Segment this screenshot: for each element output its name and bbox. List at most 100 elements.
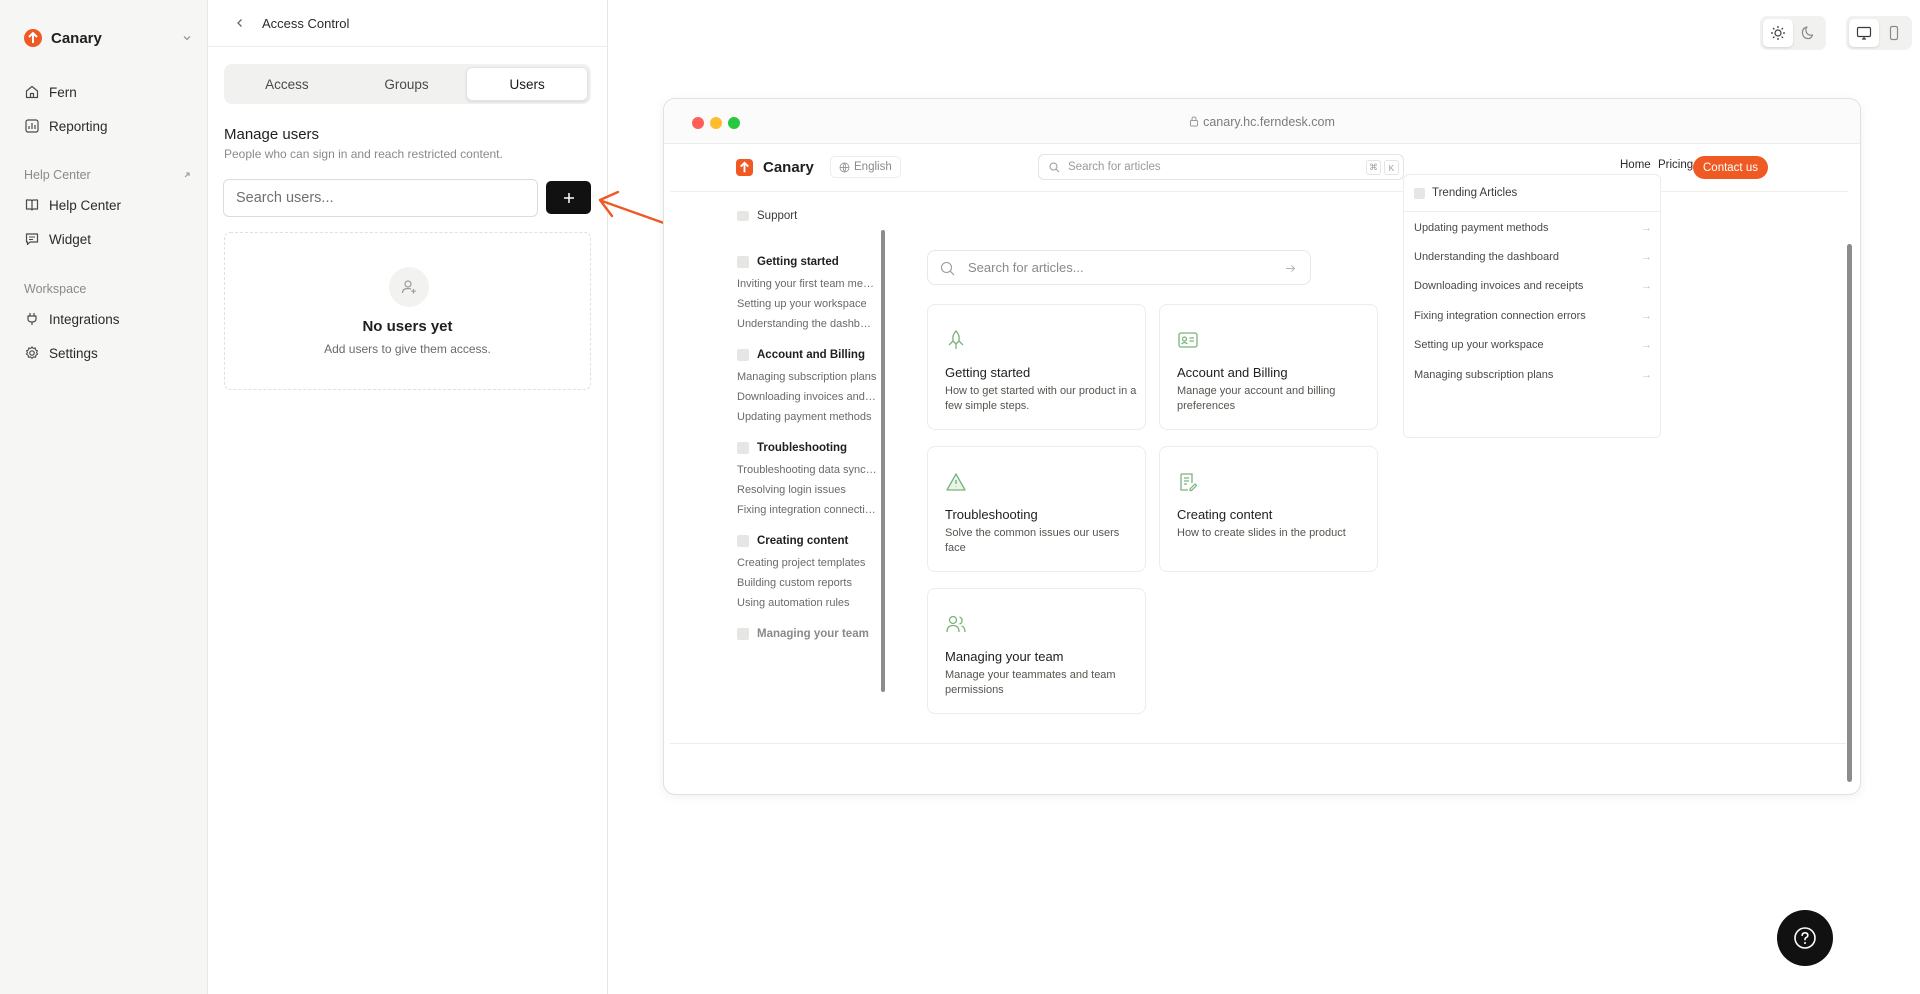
category-title: Managing your team <box>757 628 869 640</box>
sidebar-item-integrations[interactable]: Integrations <box>24 306 192 332</box>
category-creating-content[interactable]: Creating content <box>737 535 848 547</box>
category-card-getting-started[interactable]: Getting started How to get started with … <box>927 304 1146 430</box>
trending-item[interactable]: Managing subscription plans → <box>1414 369 1652 381</box>
url-text: canary.hc.ferndesk.com <box>1203 115 1335 129</box>
sidebar-article-link[interactable]: Creating project templates <box>737 557 877 569</box>
dark-mode-button[interactable] <box>1793 19 1823 47</box>
contact-us-button[interactable]: Contact us <box>1693 156 1768 179</box>
warning-icon <box>946 473 966 491</box>
sidebar-item-fern[interactable]: Fern <box>24 79 192 105</box>
mobile-view-button[interactable] <box>1879 19 1909 47</box>
lock-icon <box>1190 116 1199 127</box>
add-user-avatar-icon <box>389 267 429 307</box>
rocket-icon <box>737 256 749 268</box>
sidebar-article-link[interactable]: Fixing integration connection errors <box>737 504 877 516</box>
arrow-right-icon: → <box>1641 339 1652 351</box>
sidebar-support[interactable]: Support <box>737 210 797 222</box>
empty-state: No users yet Add users to give them acce… <box>224 232 591 390</box>
plus-icon <box>563 192 574 203</box>
article-search-input[interactable]: Search for articles... <box>927 250 1311 285</box>
sidebar-article-link[interactable]: Managing subscription plans <box>737 371 877 383</box>
category-account-billing[interactable]: Account and Billing <box>737 349 865 361</box>
language-selector[interactable]: English <box>830 156 901 178</box>
light-mode-button[interactable] <box>1763 19 1793 47</box>
help-center-preview: canary.hc.ferndesk.com Canary English Se… <box>663 98 1861 795</box>
preview-footer-divider <box>670 743 1846 744</box>
chat-icon <box>25 233 39 246</box>
category-troubleshooting[interactable]: Troubleshooting <box>737 442 847 454</box>
kbd-cmd: ⌘ <box>1366 160 1381 175</box>
category-getting-started[interactable]: Getting started <box>737 256 839 268</box>
trending-item[interactable]: Setting up your workspace → <box>1414 339 1652 351</box>
sidebar-article-link[interactable]: Setting up your workspace <box>737 298 877 310</box>
trending-item-label: Setting up your workspace <box>1414 339 1544 351</box>
add-user-button[interactable] <box>546 181 591 214</box>
sidebar-fade <box>669 680 886 706</box>
kbd-k: K <box>1384 160 1399 175</box>
sidebar-item-settings[interactable]: Settings <box>24 340 192 366</box>
empty-state-title: No users yet <box>362 318 453 335</box>
monitor-icon <box>1856 26 1872 40</box>
section-help-center: Help Center <box>24 168 192 182</box>
sidebar-article-link[interactable]: Troubleshooting data sync delays <box>737 464 877 476</box>
sidebar-article-link[interactable]: Downloading invoices and receipts <box>737 391 877 403</box>
category-card-account-billing[interactable]: Account and Billing Manage your account … <box>1159 304 1378 430</box>
workspace-switcher[interactable]: Canary <box>24 27 192 49</box>
tab-users[interactable]: Users <box>466 67 589 101</box>
preview-scrollbar[interactable] <box>1847 244 1852 782</box>
sidebar-scrollbar[interactable] <box>881 230 885 692</box>
sidebar-item-label: Reporting <box>49 118 108 134</box>
card-title: Managing your team <box>945 649 1064 664</box>
sidebar-article-link[interactable]: Building custom reports <box>737 577 877 589</box>
empty-state-subtitle: Add users to give them access. <box>324 342 491 356</box>
category-managing-team[interactable]: Managing your team <box>737 628 869 640</box>
sidebar-article-link[interactable]: Updating payment methods <box>737 411 877 423</box>
tab-access[interactable]: Access <box>227 67 347 101</box>
back-button[interactable] <box>230 13 250 33</box>
hc-header-search[interactable]: Search for articles ⌘ K <box>1038 154 1404 180</box>
globe-icon <box>839 162 850 173</box>
arrow-right-icon: → <box>1641 280 1652 292</box>
sidebar-article-link[interactable]: Understanding the dashboard <box>737 318 877 330</box>
id-card-icon <box>1178 332 1198 348</box>
trending-item[interactable]: Downloading invoices and receipts → <box>1414 280 1652 292</box>
trending-icon <box>1414 187 1425 199</box>
nav-home[interactable]: Home <box>1620 159 1651 171</box>
workspace-name: Canary <box>51 29 102 47</box>
browser-title-bar: canary.hc.ferndesk.com <box>664 99 1860 144</box>
arrow-right-icon: → <box>1641 251 1652 263</box>
access-tabs: Access Groups Users <box>224 64 591 104</box>
help-button[interactable] <box>1777 910 1833 966</box>
hc-brand-name: Canary <box>763 159 814 176</box>
canary-logo-icon <box>24 29 42 47</box>
trending-item[interactable]: Updating payment methods → <box>1414 222 1652 234</box>
sidebar-article-link[interactable]: Using automation rules <box>737 597 877 609</box>
sidebar-item-help-center[interactable]: Help Center <box>24 192 192 218</box>
home-icon <box>25 85 39 99</box>
trending-item-label: Updating payment methods <box>1414 222 1549 234</box>
panel-title: Access Control <box>262 15 350 31</box>
hc-sidebar: Support Getting started Inviting your fi… <box>669 192 886 706</box>
category-card-managing-team[interactable]: Managing your team Manage your teammates… <box>927 588 1146 714</box>
sidebar-item-reporting[interactable]: Reporting <box>24 113 192 139</box>
nav-pricing[interactable]: Pricing <box>1658 159 1693 171</box>
trending-item[interactable]: Fixing integration connection errors → <box>1414 310 1652 322</box>
document-edit-icon <box>1180 473 1198 492</box>
sidebar-item-label: Settings <box>49 345 98 361</box>
plug-icon <box>27 313 37 325</box>
divider <box>1404 211 1660 212</box>
category-card-creating-content[interactable]: Creating content How to create slides in… <box>1159 446 1378 572</box>
panel-header: Access Control <box>208 0 607 47</box>
sidebar-article-link[interactable]: Inviting your first team members <box>737 278 877 290</box>
desktop-view-button[interactable] <box>1849 19 1879 47</box>
external-link-icon[interactable] <box>182 170 192 180</box>
category-card-troubleshooting[interactable]: Troubleshooting Solve the common issues … <box>927 446 1146 572</box>
gear-icon <box>25 346 39 359</box>
sidebar-article-link[interactable]: Resolving login issues <box>737 484 877 496</box>
search-users-input[interactable] <box>223 179 538 217</box>
sidebar-item-widget[interactable]: Widget <box>24 226 192 252</box>
phone-icon <box>1889 25 1899 41</box>
sidebar-item-label: Integrations <box>49 311 120 327</box>
tab-groups[interactable]: Groups <box>347 67 467 101</box>
trending-item[interactable]: Understanding the dashboard → <box>1414 251 1652 263</box>
